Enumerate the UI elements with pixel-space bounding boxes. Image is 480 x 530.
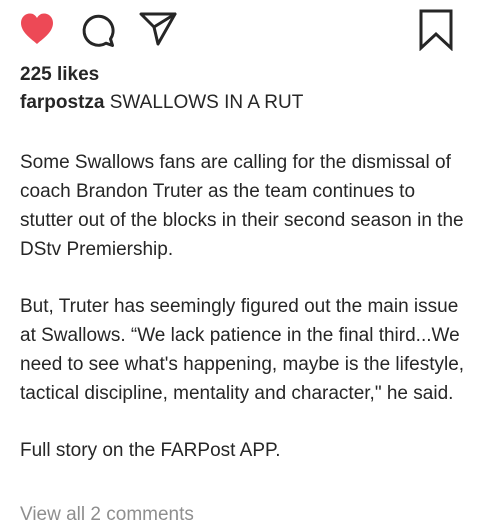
save-bookmark-icon[interactable] [418, 9, 454, 51]
paper-plane-shape [139, 12, 177, 46]
likes-count[interactable]: 225 likes [20, 64, 99, 86]
caption-paragraph-3: Full story on the FARPost APP. [20, 440, 281, 461]
speech-bubble-shape [82, 14, 115, 47]
caption-body: Some Swallows fans are calling for the d… [20, 148, 465, 493]
share-paper-plane-icon[interactable] [139, 12, 177, 46]
like-heart-icon[interactable] [19, 12, 55, 46]
comment-icon[interactable] [80, 12, 116, 48]
caption-paragraph-1: Some Swallows fans are calling for the d… [20, 152, 464, 260]
caption-headline-line: farpostza SWALLOWS IN A RUT [20, 92, 303, 114]
view-all-comments-link[interactable]: View all 2 comments [20, 504, 194, 526]
heart-shape [21, 13, 53, 44]
post-action-bar [0, 0, 480, 62]
caption-headline: SWALLOWS IN A RUT [109, 92, 304, 113]
caption-paragraph-2: But, Truter has seemingly figured out th… [20, 296, 465, 404]
caption-username[interactable]: farpostza [20, 92, 104, 113]
bookmark-shape [419, 9, 453, 51]
